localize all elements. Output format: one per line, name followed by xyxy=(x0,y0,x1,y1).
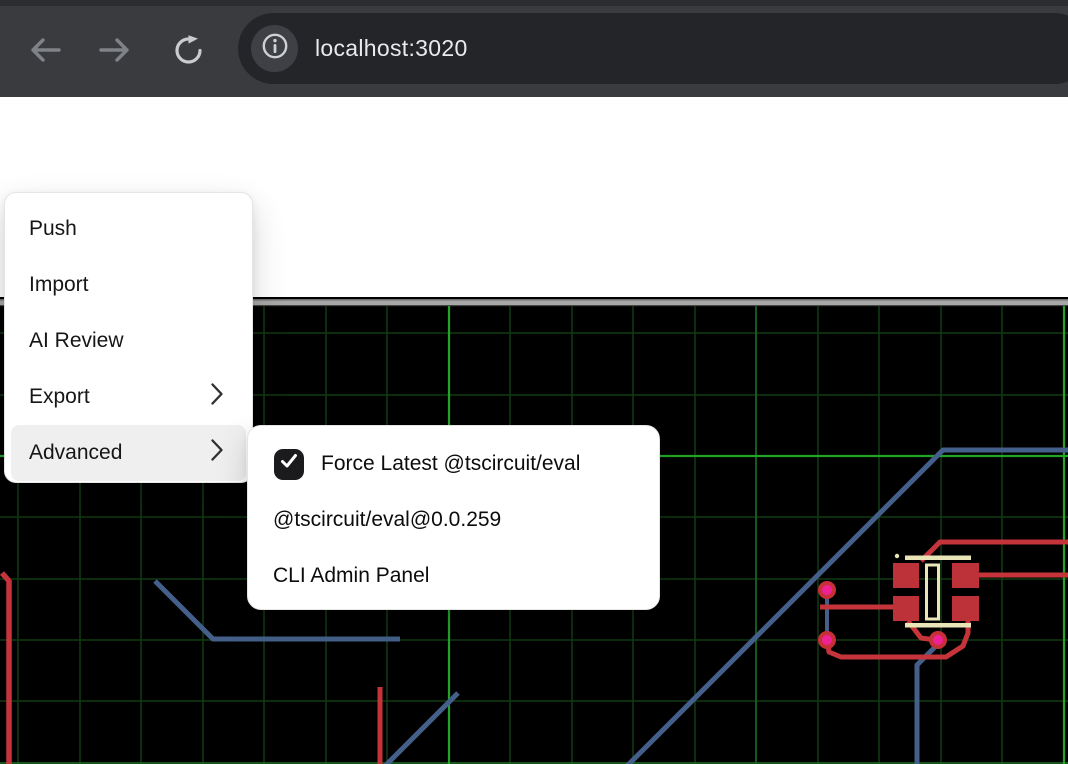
checkmark-icon xyxy=(278,450,300,478)
submenu-item-label: CLI Admin Panel xyxy=(273,564,429,588)
menu-item-label: Import xyxy=(29,273,89,297)
file-menu: Push Import AI Review Export Advanced xyxy=(4,192,253,483)
menu-item-advanced[interactable]: Advanced xyxy=(11,425,246,481)
url-text: localhost:3020 xyxy=(315,35,468,62)
menu-item-import[interactable]: Import xyxy=(11,257,246,313)
browser-window: localhost:3020 File Push Import AI Revie… xyxy=(0,0,1068,764)
submenu-item-force-latest[interactable]: Force Latest @tscircuit/eval xyxy=(248,436,659,492)
back-icon xyxy=(28,36,62,64)
reload-button[interactable] xyxy=(166,28,210,72)
reload-icon xyxy=(172,34,204,66)
menu-item-label: Advanced xyxy=(29,441,122,465)
info-icon xyxy=(259,30,291,67)
menu-item-ai-review[interactable]: AI Review xyxy=(11,313,246,369)
submenu-item-eval-version[interactable]: @tscircuit/eval@0.0.259 xyxy=(248,492,659,548)
back-button[interactable] xyxy=(23,28,67,72)
checkbox-checked[interactable] xyxy=(274,449,304,480)
advanced-submenu: Force Latest @tscircuit/eval @tscircuit/… xyxy=(247,425,660,610)
menu-item-label: Export xyxy=(29,385,90,409)
toolbar-top-strip xyxy=(0,0,1068,6)
submenu-item-label: Force Latest @tscircuit/eval xyxy=(321,452,580,476)
chevron-right-icon xyxy=(211,383,224,411)
url-bar[interactable]: localhost:3020 xyxy=(238,13,1068,84)
site-info-button[interactable] xyxy=(251,25,298,72)
forward-button[interactable] xyxy=(93,28,137,72)
menu-item-export[interactable]: Export xyxy=(11,369,246,425)
browser-toolbar: localhost:3020 xyxy=(0,0,1068,97)
menu-item-push[interactable]: Push xyxy=(11,201,246,257)
chevron-right-icon xyxy=(211,439,224,467)
submenu-item-cli-admin-panel[interactable]: CLI Admin Panel xyxy=(248,548,659,604)
menu-item-label: AI Review xyxy=(29,329,124,353)
submenu-item-label: @tscircuit/eval@0.0.259 xyxy=(273,508,501,532)
menu-item-label: Push xyxy=(29,217,77,241)
forward-icon xyxy=(98,36,132,64)
